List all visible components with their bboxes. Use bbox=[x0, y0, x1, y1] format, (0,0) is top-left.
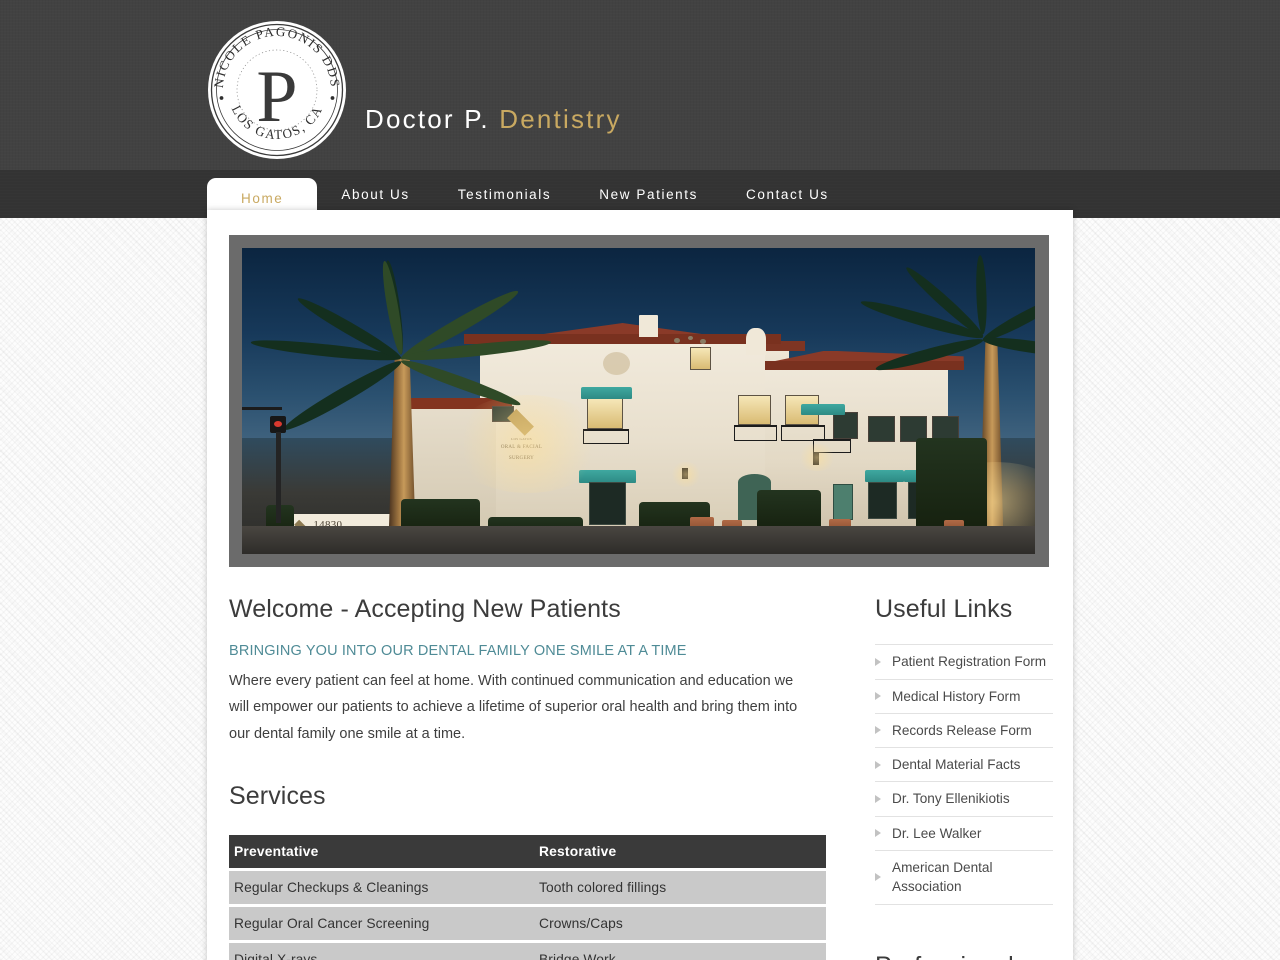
link-label: Dental Material Facts bbox=[892, 757, 1021, 773]
useful-links-list: Patient Registration Form Medical Histor… bbox=[875, 644, 1053, 905]
link-label: Dr. Lee Walker bbox=[892, 825, 982, 841]
list-item[interactable]: Records Release Form bbox=[875, 712, 1053, 747]
page-title: Doctor P. Dentistry bbox=[365, 104, 622, 135]
nav-item-label: New Patients bbox=[599, 186, 698, 202]
list-item[interactable]: Dr. Lee Walker bbox=[875, 815, 1053, 850]
table-row: Regular Oral Cancer Screening Crowns/Cap… bbox=[229, 907, 826, 941]
nav-item-label: Contact Us bbox=[746, 186, 829, 202]
nav-item-label: About Us bbox=[341, 186, 410, 202]
cell-restorative: Crowns/Caps bbox=[534, 907, 826, 941]
table-row: Regular Checkups & Cleanings Tooth color… bbox=[229, 871, 826, 905]
hero-image-frame: LOS GATOS ORAL & FACIAL SURGERY 14830 bbox=[229, 235, 1049, 567]
chevron-right-icon bbox=[875, 829, 881, 838]
list-item[interactable]: Dr. Tony Ellenikiotis bbox=[875, 781, 1053, 815]
main-content-column: Welcome - Accepting New Patients BRINGIN… bbox=[229, 594, 829, 960]
services-heading: Services bbox=[229, 781, 326, 810]
nav-item-label: Testimonials bbox=[457, 186, 552, 202]
services-table: Preventative Restorative Regular Checkup… bbox=[229, 832, 826, 960]
logo-seal[interactable]: NICOLE PAGONIS DDS LOS GATOS, CA P bbox=[207, 20, 347, 160]
link-label: Patient Registration Form bbox=[892, 654, 1047, 670]
link-label: Records Release Form bbox=[892, 722, 1032, 738]
cell-preventative: Digital X-rays bbox=[229, 943, 534, 960]
column-header-preventative: Preventative bbox=[229, 835, 534, 869]
chevron-right-icon bbox=[875, 657, 881, 666]
column-header-restorative: Restorative bbox=[534, 835, 826, 869]
link-label: American Dental Association bbox=[892, 860, 993, 895]
welcome-heading: Welcome - Accepting New Patients bbox=[229, 595, 621, 623]
welcome-body-text: Where every patient can feel at home. Wi… bbox=[229, 673, 798, 742]
list-item[interactable]: Dental Material Facts bbox=[875, 747, 1053, 781]
useful-links-heading: Useful Links bbox=[875, 595, 1013, 623]
chevron-right-icon bbox=[875, 795, 881, 804]
hero-building-photo: LOS GATOS ORAL & FACIAL SURGERY 14830 bbox=[242, 248, 1035, 554]
nav-item-label: Home bbox=[241, 190, 284, 206]
sidebar-column: Useful Links Patient Registration Form M… bbox=[875, 594, 1053, 960]
brand-name-main: Doctor P. bbox=[365, 104, 490, 134]
list-item[interactable]: Medical History Form bbox=[875, 678, 1053, 713]
link-label: Dr. Tony Ellenikiotis bbox=[892, 791, 1010, 807]
link-label: Medical History Form bbox=[892, 688, 1021, 704]
chevron-right-icon bbox=[875, 873, 881, 882]
welcome-tagline: BRINGING YOU INTO OUR DENTAL FAMILY ONE … bbox=[229, 643, 687, 660]
list-item[interactable]: American Dental Association bbox=[875, 850, 1053, 905]
logo-monogram: P bbox=[256, 56, 297, 138]
cell-preventative: Regular Oral Cancer Screening bbox=[229, 907, 534, 941]
chevron-right-icon bbox=[875, 726, 881, 735]
brand-name-accent: Dentistry bbox=[499, 104, 622, 134]
cell-preventative: Regular Checkups & Cleanings bbox=[229, 871, 534, 905]
professional-affiliations-heading: Professional Affiliations bbox=[875, 951, 1053, 960]
chevron-right-icon bbox=[875, 760, 881, 769]
list-item[interactable]: Patient Registration Form bbox=[875, 644, 1053, 678]
table-row: Digital X-rays Bridge Work bbox=[229, 943, 826, 960]
site-header: NICOLE PAGONIS DDS LOS GATOS, CA P Docto… bbox=[0, 0, 1280, 170]
table-header-row: Preventative Restorative bbox=[229, 835, 826, 869]
cell-restorative: Bridge Work bbox=[534, 943, 826, 960]
cell-restorative: Tooth colored fillings bbox=[534, 871, 826, 905]
chevron-right-icon bbox=[875, 692, 881, 701]
